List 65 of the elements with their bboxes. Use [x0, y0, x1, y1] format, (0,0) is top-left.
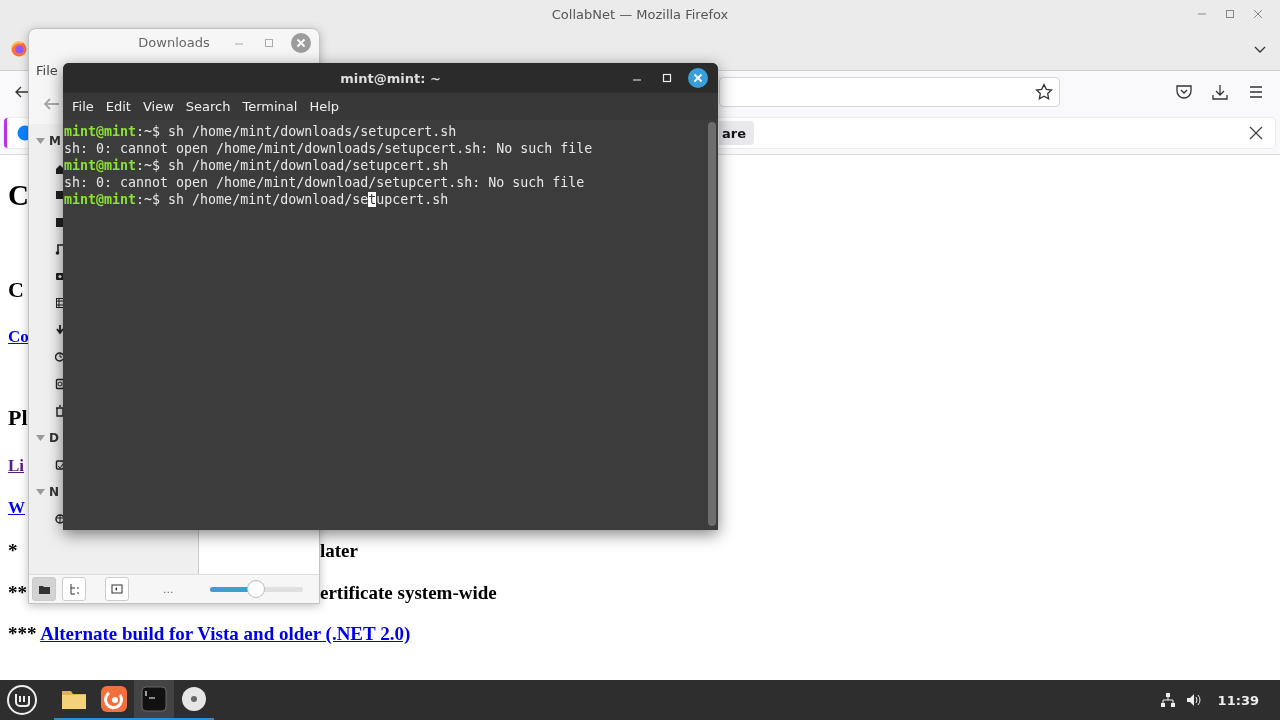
menu-item[interactable]: File — [66, 99, 100, 114]
sidebar-heading[interactable]: D — [49, 430, 59, 445]
start-menu-icon[interactable] — [6, 684, 38, 716]
address-field[interactable] — [719, 77, 1060, 107]
window-title: mint@mint: ~ — [340, 70, 441, 86]
film-icon[interactable] — [55, 296, 65, 309]
footnote-marker: *** — [8, 623, 37, 644]
network-icon[interactable] — [55, 512, 65, 525]
close-icon[interactable] — [688, 68, 708, 88]
sidebar-heading[interactable]: M — [49, 133, 61, 148]
terminal-line: sh: 0: cannot open /home/mint/download/setupcert.sh: No such file — [64, 174, 585, 191]
footnote-marker: * — [8, 539, 18, 563]
scrollbar[interactable] — [708, 122, 716, 526]
sidebar-heading[interactable]: N — [49, 484, 60, 499]
tree-view-button[interactable] — [62, 577, 86, 601]
window-title: Downloads — [138, 35, 210, 50]
menu-item[interactable]: Help — [303, 99, 346, 114]
menu-icon[interactable] — [1247, 83, 1265, 101]
clock[interactable]: 11:39 — [1217, 692, 1259, 708]
drive-icon[interactable] — [55, 377, 65, 390]
terminal-line: mint@mint:~$ sh /home/mint/downloads/setupcert.sh — [64, 123, 457, 140]
places-view-button[interactable] — [32, 577, 56, 601]
recent-icon[interactable] — [55, 350, 65, 363]
terminal-icon — [140, 685, 168, 713]
pocket-icon[interactable] — [1175, 83, 1193, 101]
footnote-text: ertificate system-wide — [320, 581, 497, 605]
tree-icon — [67, 583, 81, 595]
menu-item[interactable]: Edit — [99, 99, 137, 114]
page-heading: C — [8, 179, 29, 211]
bookmark-star-icon[interactable] — [1035, 83, 1053, 101]
more-text: ... — [163, 582, 174, 596]
panel-icon — [111, 583, 123, 595]
volume-icon[interactable] — [1185, 692, 1202, 708]
notification-button[interactable]: are — [719, 121, 754, 145]
section-heading: C — [8, 277, 24, 302]
sidebar-toggle-button[interactable] — [105, 577, 129, 601]
trash-icon[interactable] — [55, 404, 65, 417]
page-link[interactable]: W — [8, 498, 25, 517]
drive-icon[interactable] — [55, 458, 65, 471]
back-arrow-icon[interactable] — [14, 84, 30, 100]
download-icon[interactable] — [1211, 83, 1229, 101]
terminal-line: sh: 0: cannot open /home/mint/downloads/setupcert.sh: No such file — [64, 140, 593, 157]
folder-icon — [37, 583, 51, 595]
section-heading: Pl — [8, 405, 28, 430]
footnote-text: later — [320, 539, 358, 563]
disc-icon — [180, 685, 208, 713]
page-link[interactable]: Co — [8, 327, 29, 346]
terminal-line: mint@mint:~$ sh /home/mint/download/setupcert.sh — [64, 191, 449, 208]
window-title: CollabNet — Mozilla Firefox — [551, 6, 729, 22]
menu-item[interactable]: Search — [179, 99, 237, 114]
page-link[interactable]: Li — [8, 456, 25, 475]
close-icon[interactable] — [1248, 125, 1264, 141]
footnote-marker: ** — [8, 581, 27, 605]
menu-item[interactable]: Terminal — [236, 99, 304, 114]
app-swirl-icon — [100, 685, 128, 713]
page-link[interactable]: Alternate build for Vista and older (.NET 2.0) — [40, 623, 411, 644]
terminal-line: mint@mint:~$ sh /home/mint/download/setupcert.sh — [64, 157, 449, 174]
network-icon[interactable] — [1159, 692, 1176, 708]
slider-thumb[interactable] — [247, 580, 265, 598]
menu-item[interactable]: File — [36, 62, 58, 78]
browser-logo-icon — [11, 41, 27, 57]
taskbar-button[interactable] — [134, 680, 174, 720]
download-icon[interactable] — [55, 323, 65, 336]
menu-item[interactable]: View — [136, 99, 180, 114]
music-note-icon[interactable] — [55, 242, 65, 255]
